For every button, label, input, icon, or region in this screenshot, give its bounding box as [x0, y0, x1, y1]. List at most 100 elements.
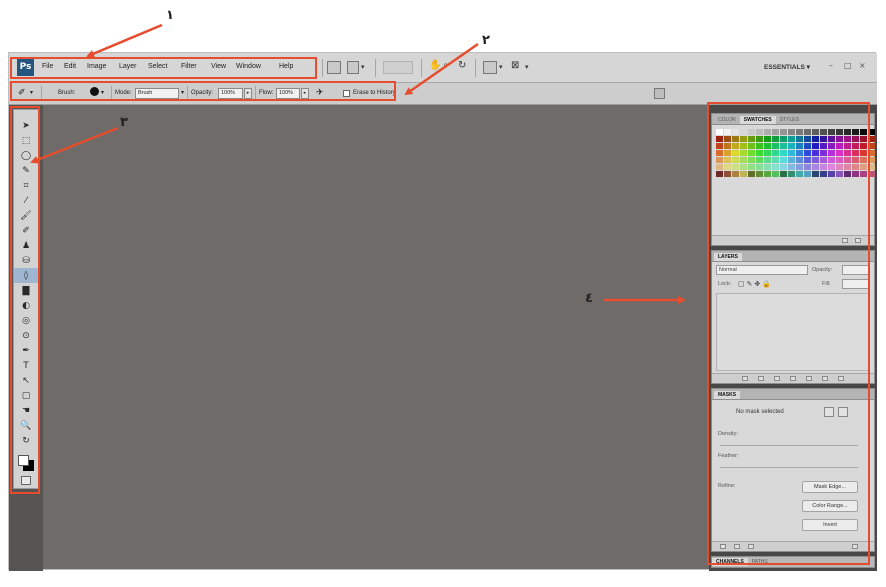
swatch[interactable] [836, 143, 843, 149]
swatch[interactable] [828, 171, 835, 177]
swatch[interactable] [860, 171, 867, 177]
tool-brush[interactable]: ✐ [14, 223, 38, 238]
swatch[interactable] [820, 164, 827, 170]
pixel-mask-icon[interactable] [824, 407, 834, 417]
swatch[interactable] [860, 164, 867, 170]
swatch[interactable] [756, 164, 763, 170]
tool-lasso[interactable]: ◯ [14, 148, 38, 163]
chevron-down-icon[interactable]: ▾ [181, 89, 184, 96]
menu-view[interactable]: View [211, 63, 226, 70]
swatch[interactable] [860, 143, 867, 149]
feather-slider[interactable] [720, 467, 858, 468]
mode-select[interactable]: Brush [135, 88, 179, 99]
swatch[interactable] [716, 143, 723, 149]
swatch[interactable] [804, 129, 811, 135]
swatch[interactable] [844, 143, 851, 149]
swatch[interactable] [828, 157, 835, 163]
swatch[interactable] [868, 150, 875, 156]
tab-masks[interactable]: MASKS [714, 391, 741, 399]
swatch[interactable] [748, 136, 755, 142]
maximize-icon[interactable]: □ [844, 61, 852, 70]
swatch[interactable] [788, 164, 795, 170]
screen-mode-icon[interactable]: ⊠ [511, 60, 519, 71]
swatch[interactable] [812, 129, 819, 135]
swatch[interactable] [748, 164, 755, 170]
swatch[interactable] [852, 129, 859, 135]
tab-styles[interactable]: STYLES [776, 116, 803, 124]
swatch[interactable] [868, 136, 875, 142]
swatch[interactable] [820, 143, 827, 149]
new-layer-icon[interactable] [822, 376, 828, 381]
menu-image[interactable]: Image [87, 63, 106, 70]
brush-panel-toggle-icon[interactable] [654, 88, 665, 99]
swatch[interactable] [804, 150, 811, 156]
tab-color[interactable]: COLOR [714, 116, 740, 124]
swatch[interactable] [724, 136, 731, 142]
swatch[interactable] [772, 150, 779, 156]
swatch[interactable] [756, 157, 763, 163]
swatch[interactable] [868, 157, 875, 163]
swatch[interactable] [780, 157, 787, 163]
swatch[interactable] [860, 136, 867, 142]
layer-mask-icon[interactable] [774, 376, 780, 381]
swatch[interactable] [788, 143, 795, 149]
swatch[interactable] [804, 164, 811, 170]
tool-swap-colors[interactable]: ↻ [14, 433, 38, 448]
tool-shape[interactable]: ▢ [14, 388, 38, 403]
swatch[interactable] [756, 129, 763, 135]
swatch[interactable] [836, 164, 843, 170]
view-extras-icon[interactable] [347, 61, 359, 74]
swatch[interactable] [772, 129, 779, 135]
swatch[interactable] [836, 136, 843, 142]
brush-preset-icon[interactable] [90, 87, 99, 96]
swatch[interactable] [844, 157, 851, 163]
tool-zoom[interactable]: 🔍 [14, 418, 38, 433]
tool-history-brush[interactable]: ⛁ [14, 253, 38, 268]
tool-marquee[interactable]: ⬚ [14, 133, 38, 148]
mask-edge-button[interactable]: Mask Edge... [802, 481, 858, 493]
zoom-level-field[interactable] [383, 61, 413, 74]
swatch[interactable] [828, 150, 835, 156]
swatch[interactable] [740, 143, 747, 149]
swatch[interactable] [844, 164, 851, 170]
swatch[interactable] [724, 171, 731, 177]
swatch[interactable] [780, 136, 787, 142]
flow-input[interactable]: 100% [276, 88, 300, 99]
close-icon[interactable]: × [859, 61, 866, 70]
swatch[interactable] [812, 143, 819, 149]
link-layers-icon[interactable] [742, 376, 748, 381]
swatch[interactable] [756, 136, 763, 142]
swatch[interactable] [740, 164, 747, 170]
menu-window[interactable]: Window [236, 63, 261, 70]
swatch[interactable] [724, 157, 731, 163]
tool-type[interactable]: T [14, 358, 38, 373]
chevron-down-icon[interactable]: ▾ [525, 63, 529, 71]
tool-move[interactable]: ➤ [14, 118, 38, 133]
swatch[interactable] [796, 143, 803, 149]
zoom-tool-icon[interactable]: ⌕ [443, 60, 449, 71]
swatch[interactable] [852, 157, 859, 163]
arrange-documents-icon[interactable] [483, 61, 497, 74]
apply-mask-icon[interactable] [734, 544, 740, 549]
menu-select[interactable]: Select [148, 63, 167, 70]
swatch[interactable] [724, 129, 731, 135]
swatch[interactable] [772, 164, 779, 170]
swatch[interactable] [812, 157, 819, 163]
swatch[interactable] [764, 136, 771, 142]
swatch[interactable] [820, 157, 827, 163]
swatch[interactable] [772, 171, 779, 177]
swatch[interactable] [716, 136, 723, 142]
swatch[interactable] [716, 129, 723, 135]
menu-file[interactable]: File [42, 63, 53, 70]
swatch[interactable] [828, 136, 835, 142]
swatch[interactable] [748, 157, 755, 163]
swatch[interactable] [788, 150, 795, 156]
blend-mode-select[interactable]: Normal [716, 265, 808, 275]
swatch[interactable] [764, 129, 771, 135]
swatch[interactable] [852, 136, 859, 142]
new-swatch-icon[interactable] [842, 238, 848, 243]
swatch[interactable] [772, 136, 779, 142]
swatch[interactable] [844, 150, 851, 156]
swatch[interactable] [716, 171, 723, 177]
swatch[interactable] [788, 171, 795, 177]
